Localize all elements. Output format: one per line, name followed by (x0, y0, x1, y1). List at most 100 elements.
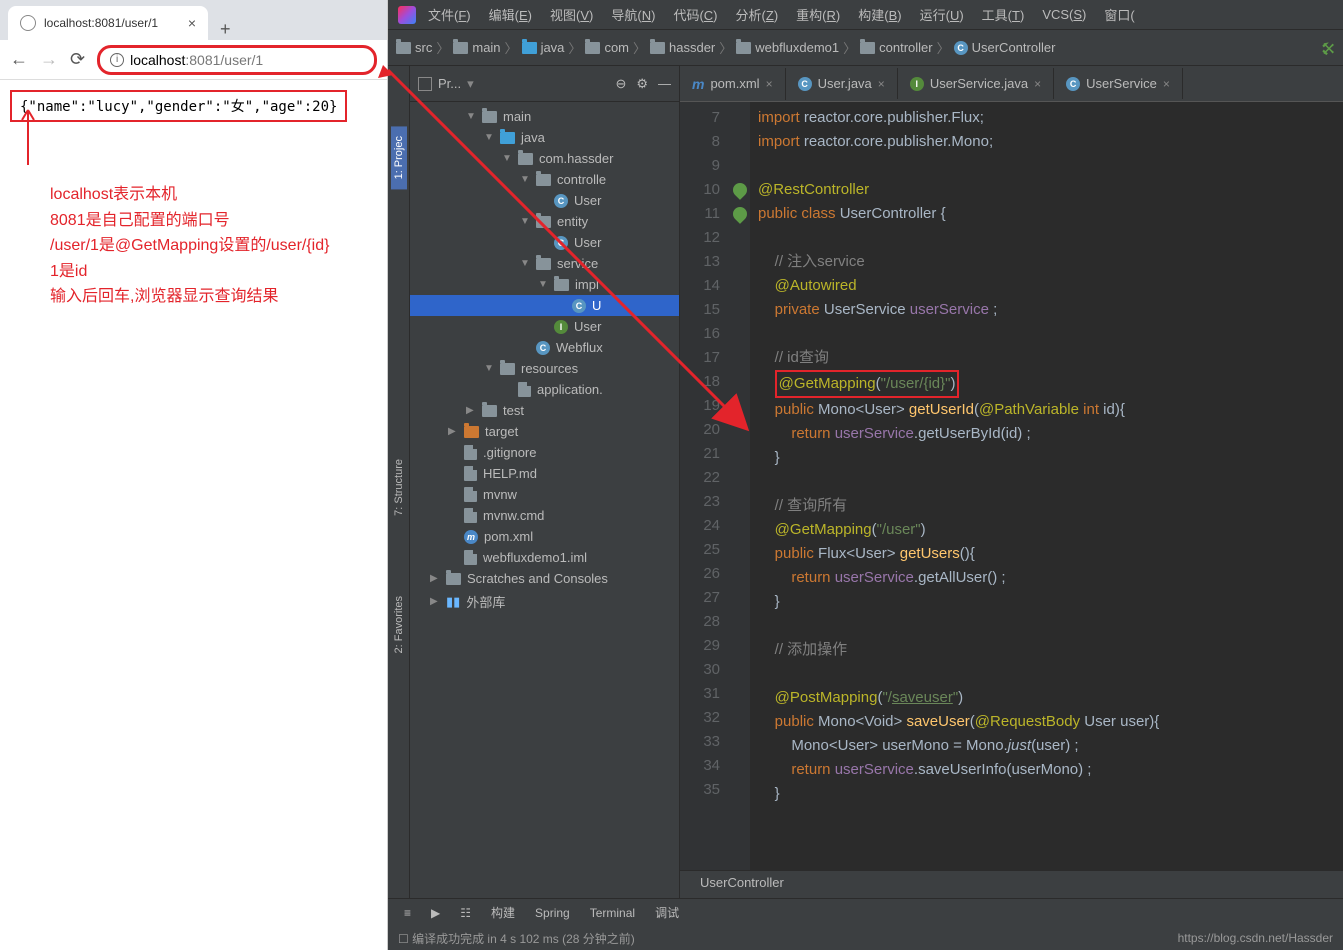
breadcrumb-item[interactable]: hassder (650, 40, 715, 55)
tree-item[interactable]: ▼entity (410, 211, 679, 232)
breadcrumb-item[interactable]: java (522, 40, 565, 55)
breadcrumb-item[interactable]: controller (860, 40, 932, 55)
close-icon[interactable]: × (1163, 77, 1170, 91)
breadcrumb-item[interactable]: com (585, 40, 629, 55)
url-text: localhost:8081/user/1 (130, 52, 263, 68)
watermark-text: https://blog.csdn.net/Hassder (1178, 931, 1333, 945)
main-area: 1: Projec 7: Structure 2: Favorites Pr..… (388, 66, 1343, 898)
editor-tab[interactable]: CUserService× (1054, 68, 1183, 99)
breadcrumb-item[interactable]: webfluxdemo1 (736, 40, 839, 55)
site-icon (20, 15, 36, 31)
breadcrumb-item[interactable]: main (453, 40, 500, 55)
tool-window-tabs: 1: Projec 7: Structure 2: Favorites (388, 66, 410, 898)
menu-bar: 文件(F) 编辑(E) 视图(V) 导航(N) 代码(C) 分析(Z) 重构(R) 构建(B)… (388, 0, 1343, 30)
editor-area: mpom.xml×CUser.java×IUserService.java×CU… (680, 66, 1343, 898)
bottom-tab[interactable]: ▶ (431, 906, 440, 920)
favorites-tool-tab[interactable]: 2: Favorites (391, 586, 407, 663)
structure-tool-tab[interactable]: 7: Structure (391, 449, 407, 526)
tree-item[interactable]: ▶Scratches and Consoles (410, 568, 679, 589)
line-gutter: 7891011121314151617181920212223242526272… (680, 102, 730, 870)
breadcrumb-item[interactable]: src (396, 40, 432, 55)
tree-item[interactable]: ▶test (410, 400, 679, 421)
editor-breadcrumb: UserController (680, 870, 1343, 898)
menu-item[interactable]: 文件(F) (428, 5, 471, 24)
close-icon[interactable]: × (766, 77, 773, 91)
intellij-logo-icon (398, 6, 416, 24)
project-panel: Pr... ▾ ⊖ ⚙ — ▼main▼java▼com.hassder▼con… (410, 66, 680, 898)
new-tab-button[interactable]: + (208, 19, 243, 40)
bottom-tab[interactable]: Terminal (590, 906, 635, 920)
close-icon[interactable]: × (188, 15, 196, 31)
tree-item[interactable]: mvnw (410, 484, 679, 505)
forward-button[interactable]: → (40, 49, 58, 70)
back-button[interactable]: ← (10, 49, 28, 70)
response-body: {"name":"lucy","gender":"女","age":20} (10, 90, 347, 122)
reload-button[interactable]: ⟳ (70, 49, 85, 70)
menu-item[interactable]: 工具(T) (982, 5, 1025, 24)
menu-item[interactable]: 运行(U) (920, 5, 964, 24)
ide-window: 文件(F) 编辑(E) 视图(V) 导航(N) 代码(C) 分析(Z) 重构(R) 构建(B)… (388, 0, 1343, 950)
tree-item[interactable]: ▼main (410, 106, 679, 127)
close-icon[interactable]: × (878, 77, 885, 91)
tree-item[interactable]: ▶▮▮外部库 (410, 589, 679, 614)
minimize-icon[interactable]: — (658, 76, 671, 92)
menu-item[interactable]: 编辑(E) (489, 5, 532, 24)
close-icon[interactable]: × (1034, 77, 1041, 91)
menu-item[interactable]: 导航(N) (611, 5, 655, 24)
tab-title: localhost:8081/user/1 (44, 16, 180, 30)
breadcrumb: src〉main〉java〉com〉hassder〉webfluxdemo1〉c… (388, 30, 1343, 66)
bottom-tab[interactable]: ☷ (460, 906, 471, 920)
tree-item[interactable]: ▼java (410, 127, 679, 148)
settings-icon[interactable]: ⚙ (636, 76, 648, 92)
editor-tab[interactable]: IUserService.java× (898, 68, 1054, 99)
tree-item[interactable]: HELP.md (410, 463, 679, 484)
tree-item[interactable]: CUser (410, 190, 679, 211)
bottom-tab[interactable]: Spring (535, 906, 570, 920)
menu-item[interactable]: 窗口( (1104, 5, 1134, 24)
marker-gutter (730, 102, 750, 870)
project-tool-tab[interactable]: 1: Projec (391, 126, 407, 189)
status-text: ☐ 编译成功完成 in 4 s 102 ms (28 分钟之前) (398, 930, 635, 947)
editor-tab[interactable]: CUser.java× (786, 68, 898, 99)
tree-item[interactable]: webfluxdemo1.iml (410, 547, 679, 568)
menu-item[interactable]: 构建(B) (858, 5, 901, 24)
tree-item[interactable]: .gitignore (410, 442, 679, 463)
tree-item[interactable]: ▼controlle (410, 169, 679, 190)
bottom-tab[interactable]: ≡ (404, 906, 411, 920)
editor-tab[interactable]: mpom.xml× (680, 68, 786, 100)
code-editor[interactable]: 7891011121314151617181920212223242526272… (680, 102, 1343, 870)
tree-item[interactable]: mpom.xml (410, 526, 679, 547)
page-content: {"name":"lucy","gender":"女","age":20} lo… (0, 80, 387, 320)
tree-item[interactable]: CUser (410, 232, 679, 253)
code-content[interactable]: import reactor.core.publisher.Flux;impor… (750, 102, 1343, 870)
tree-item[interactable]: ▼service (410, 253, 679, 274)
collapse-icon[interactable]: ⊖ (615, 76, 626, 92)
breadcrumb-item[interactable]: CUserController (954, 40, 1056, 55)
tree-item[interactable]: ▶target (410, 421, 679, 442)
tree-item[interactable]: IUser (410, 316, 679, 337)
tree-item[interactable]: CU (410, 295, 679, 316)
tree-item[interactable]: ▼com.hassder (410, 148, 679, 169)
address-bar: ← → ⟳ i localhost:8081/user/1 (0, 40, 387, 80)
tree-item[interactable]: ▼impl (410, 274, 679, 295)
menu-item[interactable]: 重构(R) (796, 5, 840, 24)
menu-item[interactable]: 分析(Z) (736, 5, 779, 24)
status-bar: ☐ 编译成功完成 in 4 s 102 ms (28 分钟之前) https:/… (388, 926, 1343, 950)
url-field[interactable]: i localhost:8081/user/1 (97, 45, 377, 75)
tree-item[interactable]: mvnw.cmd (410, 505, 679, 526)
browser-tab[interactable]: localhost:8081/user/1 × (8, 6, 208, 40)
menu-item[interactable]: VCS(S) (1042, 7, 1086, 22)
chevron-down-icon[interactable]: ▾ (467, 76, 474, 92)
menu-item[interactable]: 代码(C) (673, 5, 717, 24)
info-icon[interactable]: i (110, 53, 124, 67)
tree-item[interactable]: ▼resources (410, 358, 679, 379)
hammer-icon[interactable]: ⚒ (1319, 40, 1335, 56)
panel-icon (418, 77, 432, 91)
tree-item[interactable]: application. (410, 379, 679, 400)
bottom-tab[interactable]: 构建 (491, 904, 515, 921)
browser-window: localhost:8081/user/1 × + ← → ⟳ i localh… (0, 0, 388, 950)
project-tree[interactable]: ▼main▼java▼com.hassder▼controlleCUser▼en… (410, 102, 679, 898)
menu-item[interactable]: 视图(V) (550, 5, 593, 24)
tree-item[interactable]: CWebflux (410, 337, 679, 358)
bottom-tab[interactable]: 调试 (655, 904, 679, 921)
